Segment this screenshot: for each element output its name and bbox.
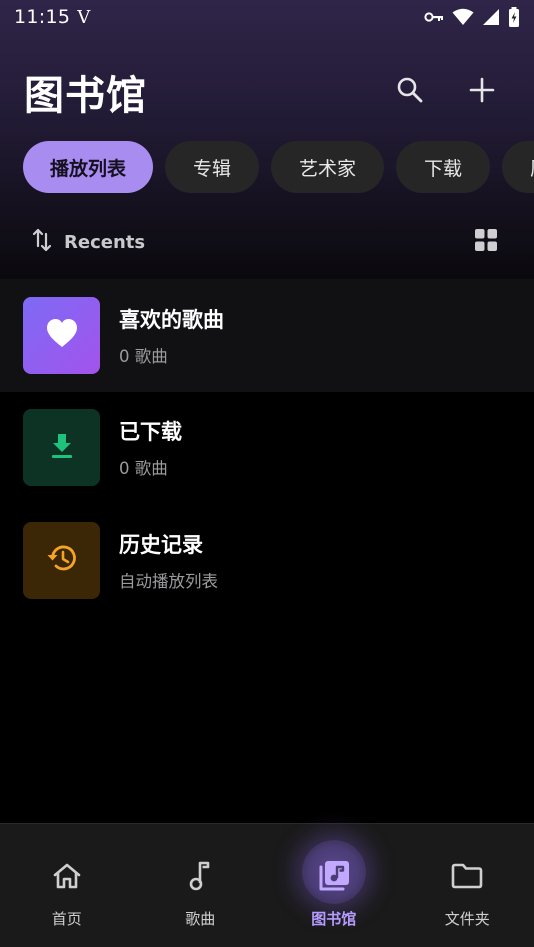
signal-icon <box>482 8 500 26</box>
playlist-list: 喜欢的歌曲 0 歌曲 已下载 0 歌曲 历史记录 自动播放列表 <box>0 279 534 617</box>
bottom-navigation: 首页 歌曲 图书馆 文件夹 <box>0 823 534 947</box>
library-screen: 11:15 V 图书馆 播放列表 专辑 艺术家 下载 Recents 喜欢的歌曲… <box>0 0 534 947</box>
home-icon <box>47 856 87 896</box>
downloaded-thumbnail <box>23 409 100 487</box>
list-item-text: 历史记录 自动播放列表 <box>119 529 218 592</box>
chip-history[interactable]: 历 <box>502 141 534 193</box>
grid-view-button[interactable] <box>470 226 502 258</box>
filter-chips: 播放列表 专辑 艺术家 下载 历 <box>23 141 534 193</box>
list-item-text: 已下载 0 歌曲 <box>119 416 182 479</box>
page-title: 图书馆 <box>24 73 147 119</box>
status-bar: 11:15 V <box>0 0 534 34</box>
folder-icon <box>447 856 487 896</box>
sort-arrows-icon <box>32 228 52 256</box>
download-icon <box>50 433 74 463</box>
heart-icon <box>46 318 78 352</box>
nav-label: 首页 <box>51 910 82 928</box>
list-item-subtitle: 0 歌曲 <box>119 346 168 366</box>
header-actions <box>394 76 498 108</box>
list-item-downloaded[interactable]: 已下载 0 歌曲 <box>0 392 534 505</box>
history-thumbnail <box>23 521 100 599</box>
chip-artists[interactable]: 艺术家 <box>271 141 385 193</box>
status-icons <box>424 7 520 27</box>
chip-downloads[interactable]: 下载 <box>396 141 491 193</box>
nav-item-home[interactable]: 首页 <box>0 824 134 947</box>
grid-view-icon <box>474 228 498 256</box>
history-icon <box>46 543 78 577</box>
list-item-subtitle: 0 歌曲 <box>119 459 168 479</box>
chip-albums[interactable]: 专辑 <box>165 141 260 193</box>
list-item-liked-songs[interactable]: 喜欢的歌曲 0 歌曲 <box>0 279 534 392</box>
wifi-icon <box>452 8 474 26</box>
nav-label: 文件夹 <box>444 910 490 928</box>
nav-label: 图书馆 <box>311 910 357 928</box>
list-item-text: 喜欢的歌曲 0 歌曲 <box>119 304 224 367</box>
sort-bar: Recents <box>32 222 502 262</box>
nav-item-folders[interactable]: 文件夹 <box>401 824 534 947</box>
list-item-title: 喜欢的歌曲 <box>119 307 224 332</box>
header: 图书馆 <box>24 62 510 122</box>
chip-playlists[interactable]: 播放列表 <box>23 141 154 193</box>
status-indicator: V <box>77 6 91 28</box>
status-time: 11:15 <box>14 6 71 28</box>
list-item-title: 已下载 <box>119 420 182 445</box>
add-button[interactable] <box>466 76 498 108</box>
sort-label: Recents <box>64 231 146 253</box>
list-item-title: 历史记录 <box>119 532 203 557</box>
battery-charging-icon <box>508 7 520 27</box>
library-music-icon <box>314 856 354 896</box>
music-note-icon <box>180 856 220 896</box>
plus-icon <box>469 77 495 107</box>
key-icon <box>424 11 444 23</box>
list-item-subtitle: 自动播放列表 <box>119 571 218 591</box>
sort-button[interactable]: Recents <box>32 228 145 256</box>
nav-item-library[interactable]: 图书馆 <box>267 824 401 947</box>
liked-songs-thumbnail <box>23 296 100 374</box>
nav-label: 歌曲 <box>185 910 216 928</box>
nav-item-songs[interactable]: 歌曲 <box>134 824 268 947</box>
search-button[interactable] <box>394 76 426 108</box>
search-icon <box>396 76 424 108</box>
list-item-history[interactable]: 历史记录 自动播放列表 <box>0 504 534 617</box>
